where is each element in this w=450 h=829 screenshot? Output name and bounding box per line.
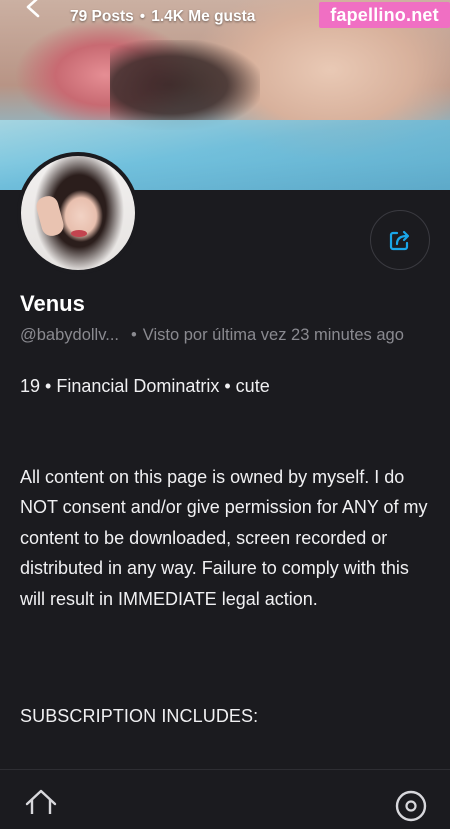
likes-count: 1.4K Me gusta xyxy=(151,8,256,25)
profile-name: Venus xyxy=(20,291,85,316)
profile-bio: All content on this page is owned by mys… xyxy=(20,467,428,609)
watermark: fapellino.net xyxy=(319,2,450,28)
avatar-lips xyxy=(71,230,87,237)
stats-separator: • xyxy=(139,8,146,25)
handle-separator: • xyxy=(131,326,137,344)
back-arrow-icon xyxy=(26,0,40,18)
nav-right-button[interactable] xyxy=(393,788,429,824)
cover-hair xyxy=(110,40,260,130)
profile-handle-row: @babydollv... • Visto por última vez 23 mi… xyxy=(20,326,404,345)
avatar-photo xyxy=(21,156,135,270)
subscription-heading: SUBSCRIPTION INCLUDES: xyxy=(20,706,259,726)
nav-home-button[interactable] xyxy=(24,788,58,816)
avatar-hand xyxy=(34,193,66,239)
compass-icon xyxy=(395,790,427,822)
share-button[interactable] xyxy=(370,210,430,270)
profile-stats: 79 Posts • 1.4K Me gusta xyxy=(70,8,255,26)
profile-tagline: 19 • Financial Dominatrix • cute xyxy=(20,376,270,396)
posts-count: 79 Posts xyxy=(70,8,134,25)
profile-handle: @babydollv... xyxy=(20,326,119,344)
last-seen: Visto por última vez 23 minutes ago xyxy=(142,326,404,344)
bottom-nav-bar xyxy=(0,769,450,822)
home-icon xyxy=(25,789,57,816)
avatar[interactable] xyxy=(17,152,139,274)
share-icon xyxy=(389,230,410,251)
back-button[interactable] xyxy=(20,0,46,20)
